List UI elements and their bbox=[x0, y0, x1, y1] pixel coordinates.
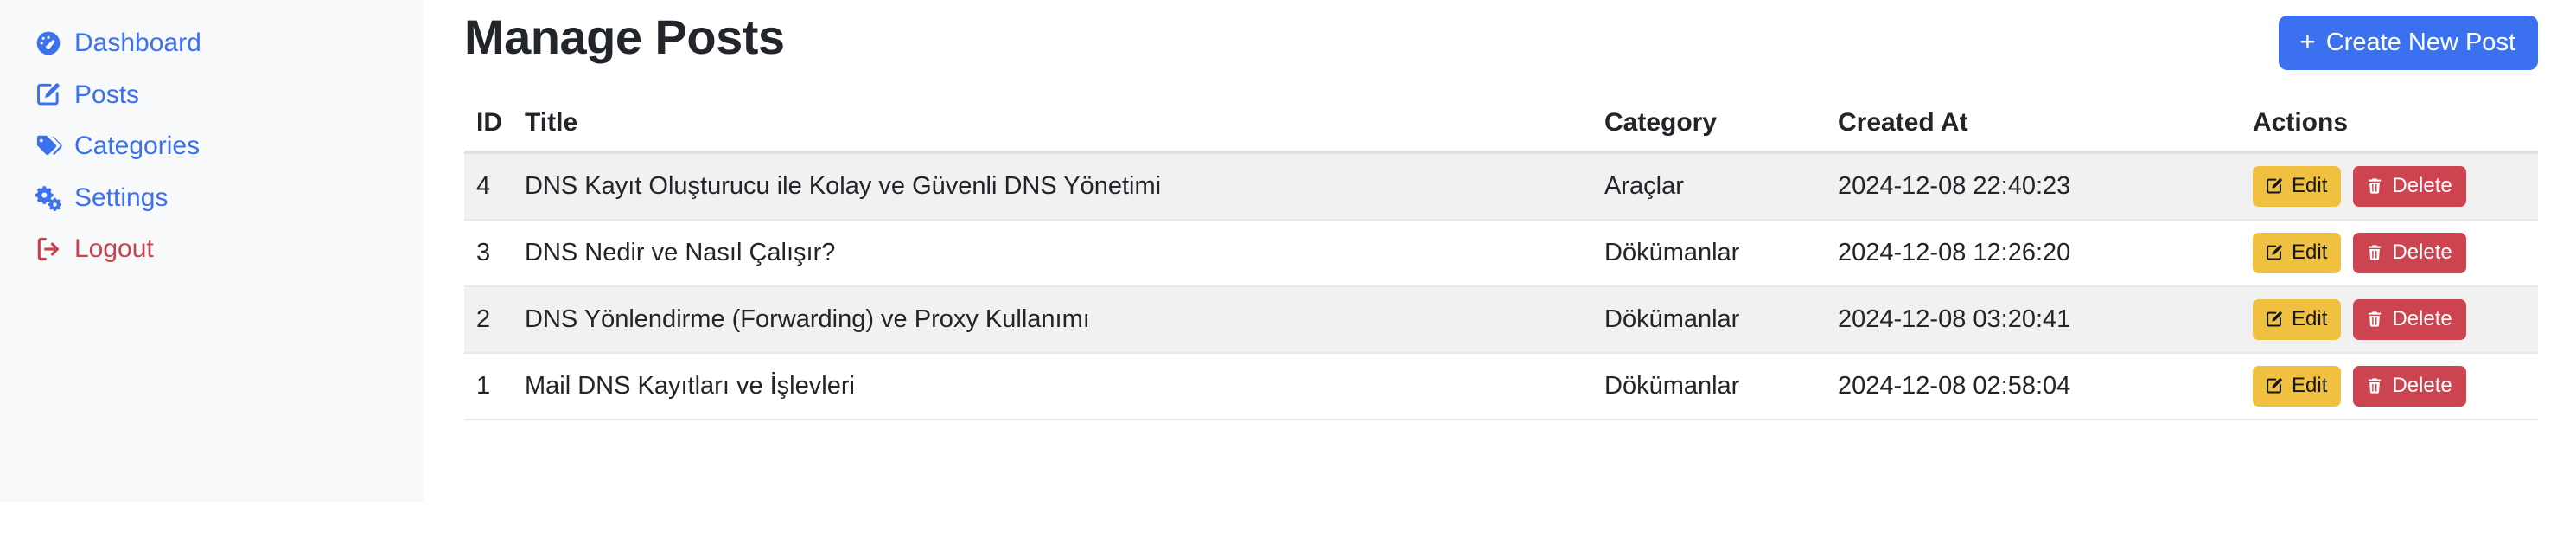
cell-category: Dökümanlar bbox=[1604, 220, 1838, 287]
create-new-post-label: Create New Post bbox=[2325, 28, 2515, 56]
column-header-id: ID bbox=[464, 108, 525, 154]
delete-button[interactable]: Delete bbox=[2353, 299, 2466, 340]
cell-id: 3 bbox=[464, 220, 525, 287]
delete-button[interactable]: Delete bbox=[2353, 233, 2466, 273]
sidebar-item-logout[interactable]: Logout bbox=[0, 223, 424, 275]
column-header-actions: Actions bbox=[2253, 108, 2538, 154]
row-actions: Edit Delete bbox=[2253, 366, 2538, 407]
create-new-post-button[interactable]: + Create New Post bbox=[2279, 16, 2538, 70]
app-root: Dashboard Posts Categories Settings Logo… bbox=[0, 0, 2576, 545]
delete-button-label: Delete bbox=[2392, 240, 2452, 264]
cell-category: Araçlar bbox=[1604, 152, 1838, 221]
edit-button[interactable]: Edit bbox=[2253, 366, 2342, 407]
delete-button[interactable]: Delete bbox=[2353, 166, 2466, 207]
main-content: Manage Posts + Create New Post ID Title … bbox=[424, 0, 2576, 420]
sidebar-item-label: Categories bbox=[74, 131, 201, 160]
posts-table-head: ID Title Category Created At Actions bbox=[464, 108, 2538, 154]
page-title: Manage Posts bbox=[464, 10, 785, 64]
sidebar-item-settings[interactable]: Settings bbox=[0, 172, 424, 224]
delete-button-label: Delete bbox=[2392, 307, 2452, 330]
tags-icon bbox=[35, 132, 62, 160]
delete-button[interactable]: Delete bbox=[2353, 366, 2466, 407]
cogs-icon bbox=[35, 183, 62, 212]
cell-actions: Edit Delete bbox=[2253, 286, 2538, 354]
sidebar-item-dashboard[interactable]: Dashboard bbox=[0, 17, 424, 69]
cell-created-at: 2024-12-08 12:26:20 bbox=[1838, 220, 2253, 287]
delete-button-label: Delete bbox=[2392, 374, 2452, 397]
trash-icon bbox=[2365, 243, 2384, 262]
sidebar-item-posts[interactable]: Posts bbox=[0, 69, 424, 121]
trash-icon bbox=[2365, 176, 2384, 196]
trash-icon bbox=[2365, 310, 2384, 329]
posts-table: ID Title Category Created At Actions 4 D… bbox=[464, 108, 2538, 420]
cell-id: 2 bbox=[464, 286, 525, 354]
table-row: 4 DNS Kayıt Oluşturucu ile Kolay ve Güve… bbox=[464, 152, 2538, 221]
edit-button-label: Edit bbox=[2292, 240, 2328, 264]
cell-title: DNS Yönlendirme (Forwarding) ve Proxy Ku… bbox=[525, 286, 1604, 354]
cell-id: 4 bbox=[464, 152, 525, 221]
column-header-title: Title bbox=[525, 108, 1604, 154]
cell-created-at: 2024-12-08 03:20:41 bbox=[1838, 286, 2253, 354]
posts-table-container: ID Title Category Created At Actions 4 D… bbox=[464, 108, 2538, 420]
row-actions: Edit Delete bbox=[2253, 233, 2538, 273]
pen-square-icon bbox=[35, 80, 62, 108]
column-header-created-at: Created At bbox=[1838, 108, 2253, 154]
trash-icon bbox=[2365, 376, 2384, 395]
column-header-category: Category bbox=[1604, 108, 1838, 154]
cell-category: Dökümanlar bbox=[1604, 286, 1838, 354]
page-header: Manage Posts + Create New Post bbox=[464, 0, 2538, 70]
row-actions: Edit Delete bbox=[2253, 166, 2538, 207]
posts-table-body: 4 DNS Kayıt Oluşturucu ile Kolay ve Güve… bbox=[464, 152, 2538, 420]
table-row: 2 DNS Yönlendirme (Forwarding) ve Proxy … bbox=[464, 286, 2538, 354]
sidebar-item-label: Settings bbox=[74, 183, 169, 212]
edit-button[interactable]: Edit bbox=[2253, 233, 2342, 273]
table-row: 3 DNS Nedir ve Nasıl Çalışır? Dökümanlar… bbox=[464, 220, 2538, 287]
sidebar-item-label: Posts bbox=[74, 80, 140, 109]
edit-button[interactable]: Edit bbox=[2253, 299, 2342, 340]
cell-title: DNS Nedir ve Nasıl Çalışır? bbox=[525, 220, 1604, 287]
delete-button-label: Delete bbox=[2392, 174, 2452, 197]
pen-square-icon bbox=[2265, 310, 2284, 329]
cell-actions: Edit Delete bbox=[2253, 220, 2538, 287]
table-row: 1 Mail DNS Kayıtları ve İşlevleri Döküma… bbox=[464, 353, 2538, 420]
edit-button-label: Edit bbox=[2292, 307, 2328, 330]
edit-button-label: Edit bbox=[2292, 174, 2328, 197]
sidebar: Dashboard Posts Categories Settings Logo… bbox=[0, 0, 424, 502]
pen-square-icon bbox=[2265, 376, 2284, 395]
pen-square-icon bbox=[2265, 243, 2284, 262]
cell-category: Dökümanlar bbox=[1604, 353, 1838, 420]
sidebar-item-label: Logout bbox=[74, 234, 154, 263]
plus-icon: + bbox=[2299, 26, 2316, 57]
edit-button-label: Edit bbox=[2292, 374, 2328, 397]
table-header-row: ID Title Category Created At Actions bbox=[464, 108, 2538, 154]
sidebar-nav: Dashboard Posts Categories Settings Logo… bbox=[0, 17, 424, 275]
cell-actions: Edit Delete bbox=[2253, 353, 2538, 420]
sidebar-item-label: Dashboard bbox=[74, 29, 201, 57]
dashboard-icon bbox=[35, 29, 62, 57]
cell-title: DNS Kayıt Oluşturucu ile Kolay ve Güvenl… bbox=[525, 152, 1604, 221]
cell-title: Mail DNS Kayıtları ve İşlevleri bbox=[525, 353, 1604, 420]
sidebar-item-categories[interactable]: Categories bbox=[0, 120, 424, 172]
cell-created-at: 2024-12-08 02:58:04 bbox=[1838, 353, 2253, 420]
cell-id: 1 bbox=[464, 353, 525, 420]
edit-button[interactable]: Edit bbox=[2253, 166, 2342, 207]
sign-out-icon bbox=[35, 235, 62, 263]
row-actions: Edit Delete bbox=[2253, 299, 2538, 340]
pen-square-icon bbox=[2265, 176, 2284, 196]
cell-actions: Edit Delete bbox=[2253, 152, 2538, 221]
cell-created-at: 2024-12-08 22:40:23 bbox=[1838, 152, 2253, 221]
